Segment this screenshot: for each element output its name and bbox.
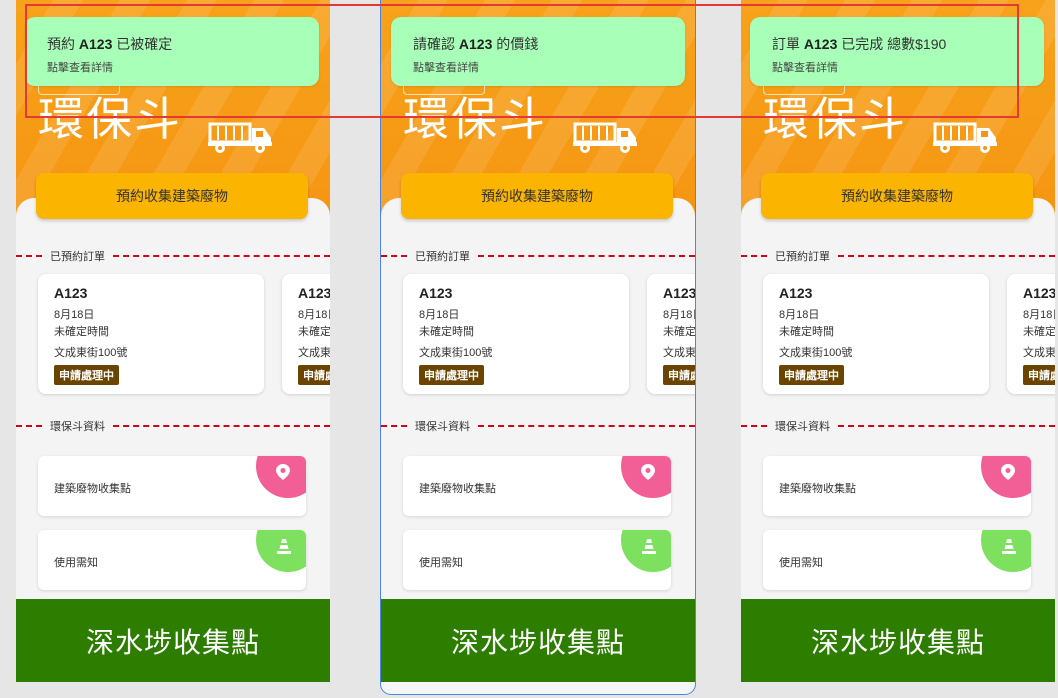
section-orders-label: 已預約訂單 <box>415 251 470 263</box>
collection-points-label: 建築廢物收集點 <box>419 483 496 495</box>
order-date: 8月18日 <box>663 309 695 321</box>
order-date: 8月18日 <box>1023 309 1055 321</box>
order-time: 未確定時間 <box>779 326 834 338</box>
book-collection-button[interactable]: 預約收集建築廢物 <box>401 173 673 219</box>
order-date: 8月18日 <box>779 309 820 321</box>
book-collection-button[interactable]: 預約收集建築廢物 <box>36 173 308 219</box>
phone-screen: 環保斗 預約收集建築廢物 已預約訂單 A123 8月18日 未確定時間 文成東街… <box>741 0 1055 682</box>
hero-title: 環保斗 <box>38 92 182 146</box>
status-badge: 申請處理中 <box>419 365 484 385</box>
traffic-cone-icon <box>1002 539 1016 554</box>
usage-notes-badge <box>621 530 671 572</box>
usage-notes-label: 使用需知 <box>419 557 463 569</box>
usage-notes-label: 使用需知 <box>54 557 98 569</box>
order-date: 8月18日 <box>419 309 460 321</box>
order-time: 未確定時間 <box>54 326 109 338</box>
order-address: 文成東街100號 <box>663 347 695 359</box>
toast-message: 訂單 A123 已完成 總數$190 <box>772 36 947 52</box>
order-card[interactable]: A123 8月18日 未確定時間 文成東街100號 申請處理中 <box>1007 274 1055 394</box>
status-badge: 申請處理中 <box>1023 365 1055 385</box>
truck-icon <box>208 122 272 153</box>
order-id: A123 <box>663 285 695 301</box>
toast-order-completed[interactable]: 訂單 A123 已完成 總數$190 點擊查看詳情 <box>750 17 1044 86</box>
section-info: 環保斗資料 <box>16 419 330 433</box>
toast-detail-link[interactable]: 點擊查看詳情 <box>772 59 838 75</box>
status-badge: 申請處理中 <box>663 365 695 385</box>
order-id: A123 <box>779 285 813 301</box>
section-info-label: 環保斗資料 <box>415 421 470 433</box>
section-info-label: 環保斗資料 <box>775 421 830 433</box>
location-pin-icon <box>276 464 290 480</box>
order-card[interactable]: A123 8月18日 未確定時間 文成東街100號 申請處理中 <box>282 274 330 394</box>
toast-confirm-price[interactable]: 請確認 A123 的價錢 點擊查看詳情 <box>391 17 685 86</box>
collection-points-badge <box>981 456 1031 498</box>
collection-points-label: 建築廢物收集點 <box>779 483 856 495</box>
order-card[interactable]: A123 8月18日 未確定時間 文成東街100號 申請處理中 <box>38 274 264 394</box>
order-card[interactable]: A123 8月18日 未確定時間 文成東街100號 申請處理中 <box>763 274 989 394</box>
toast-message: 請確認 A123 的價錢 <box>413 36 539 52</box>
order-time: 未確定時間 <box>298 326 330 338</box>
section-orders: 已預約訂單 <box>381 249 695 263</box>
section-orders-label: 已預約訂單 <box>50 251 105 263</box>
order-address: 文成東街100號 <box>779 347 853 359</box>
order-time: 未確定時間 <box>663 326 695 338</box>
toast-detail-link[interactable]: 點擊查看詳情 <box>413 59 479 75</box>
truck-icon <box>933 122 997 153</box>
usage-notes-card[interactable]: 使用需知 <box>403 530 671 590</box>
phone-screen: 環保斗 預約收集建築廢物 已預約訂單 A123 8月18日 未確定時間 文成東街… <box>16 0 330 682</box>
order-card[interactable]: A123 8月18日 未確定時間 文成東街100號 申請處理中 <box>403 274 629 394</box>
usage-notes-card[interactable]: 使用需知 <box>38 530 306 590</box>
phone-screen: 環保斗 預約收集建築廢物 已預約訂單 A123 8月18日 未確定時間 文成東街… <box>380 0 696 695</box>
section-info: 環保斗資料 <box>381 419 695 433</box>
section-orders: 已預約訂單 <box>16 249 330 263</box>
location-pin-icon <box>1001 464 1015 480</box>
order-address: 文成東街100號 <box>1023 347 1055 359</box>
collection-points-card[interactable]: 建築廢物收集點 <box>403 456 671 516</box>
location-pin-icon <box>641 464 655 480</box>
status-badge: 申請處理中 <box>54 365 119 385</box>
hero-title: 環保斗 <box>763 92 907 146</box>
status-badge: 申請處理中 <box>298 365 330 385</box>
usage-notes-label: 使用需知 <box>779 557 823 569</box>
order-id: A123 <box>298 285 330 301</box>
section-orders: 已預約訂單 <box>741 249 1055 263</box>
book-collection-button[interactable]: 預約收集建築廢物 <box>761 173 1033 219</box>
usage-notes-badge <box>256 530 306 572</box>
traffic-cone-icon <box>277 539 291 554</box>
collection-points-badge <box>256 456 306 498</box>
order-id: A123 <box>419 285 453 301</box>
usage-notes-badge <box>981 530 1031 572</box>
order-date: 8月18日 <box>54 309 95 321</box>
order-address: 文成東街100號 <box>54 347 128 359</box>
order-time: 未確定時間 <box>419 326 474 338</box>
collection-points-label: 建築廢物收集點 <box>54 483 131 495</box>
section-orders-label: 已預約訂單 <box>775 251 830 263</box>
collection-points-badge <box>621 456 671 498</box>
footer-collection-point[interactable]: 深水埗收集點 <box>16 599 330 682</box>
collection-points-card[interactable]: 建築廢物收集點 <box>763 456 1031 516</box>
footer-collection-point[interactable]: 深水埗收集點 <box>741 599 1055 682</box>
section-info-label: 環保斗資料 <box>50 421 105 433</box>
status-badge: 申請處理中 <box>779 365 844 385</box>
order-id: A123 <box>1023 285 1055 301</box>
order-address: 文成東街100號 <box>298 347 330 359</box>
hero-title: 環保斗 <box>403 92 547 146</box>
order-time: 未確定時間 <box>1023 326 1055 338</box>
usage-notes-card[interactable]: 使用需知 <box>763 530 1031 590</box>
footer-collection-point[interactable]: 深水埗收集點 <box>381 599 695 682</box>
order-date: 8月18日 <box>298 309 330 321</box>
order-card[interactable]: A123 8月18日 未確定時間 文成東街100號 申請處理中 <box>647 274 695 394</box>
toast-detail-link[interactable]: 點擊查看詳情 <box>47 59 113 75</box>
collection-points-card[interactable]: 建築廢物收集點 <box>38 456 306 516</box>
toast-booking-confirmed[interactable]: 預約 A123 已被確定 點擊查看詳情 <box>25 17 319 86</box>
toast-message: 預約 A123 已被確定 <box>47 36 173 52</box>
order-address: 文成東街100號 <box>419 347 493 359</box>
order-id: A123 <box>54 285 88 301</box>
traffic-cone-icon <box>642 539 656 554</box>
truck-icon <box>573 122 637 153</box>
section-info: 環保斗資料 <box>741 419 1055 433</box>
